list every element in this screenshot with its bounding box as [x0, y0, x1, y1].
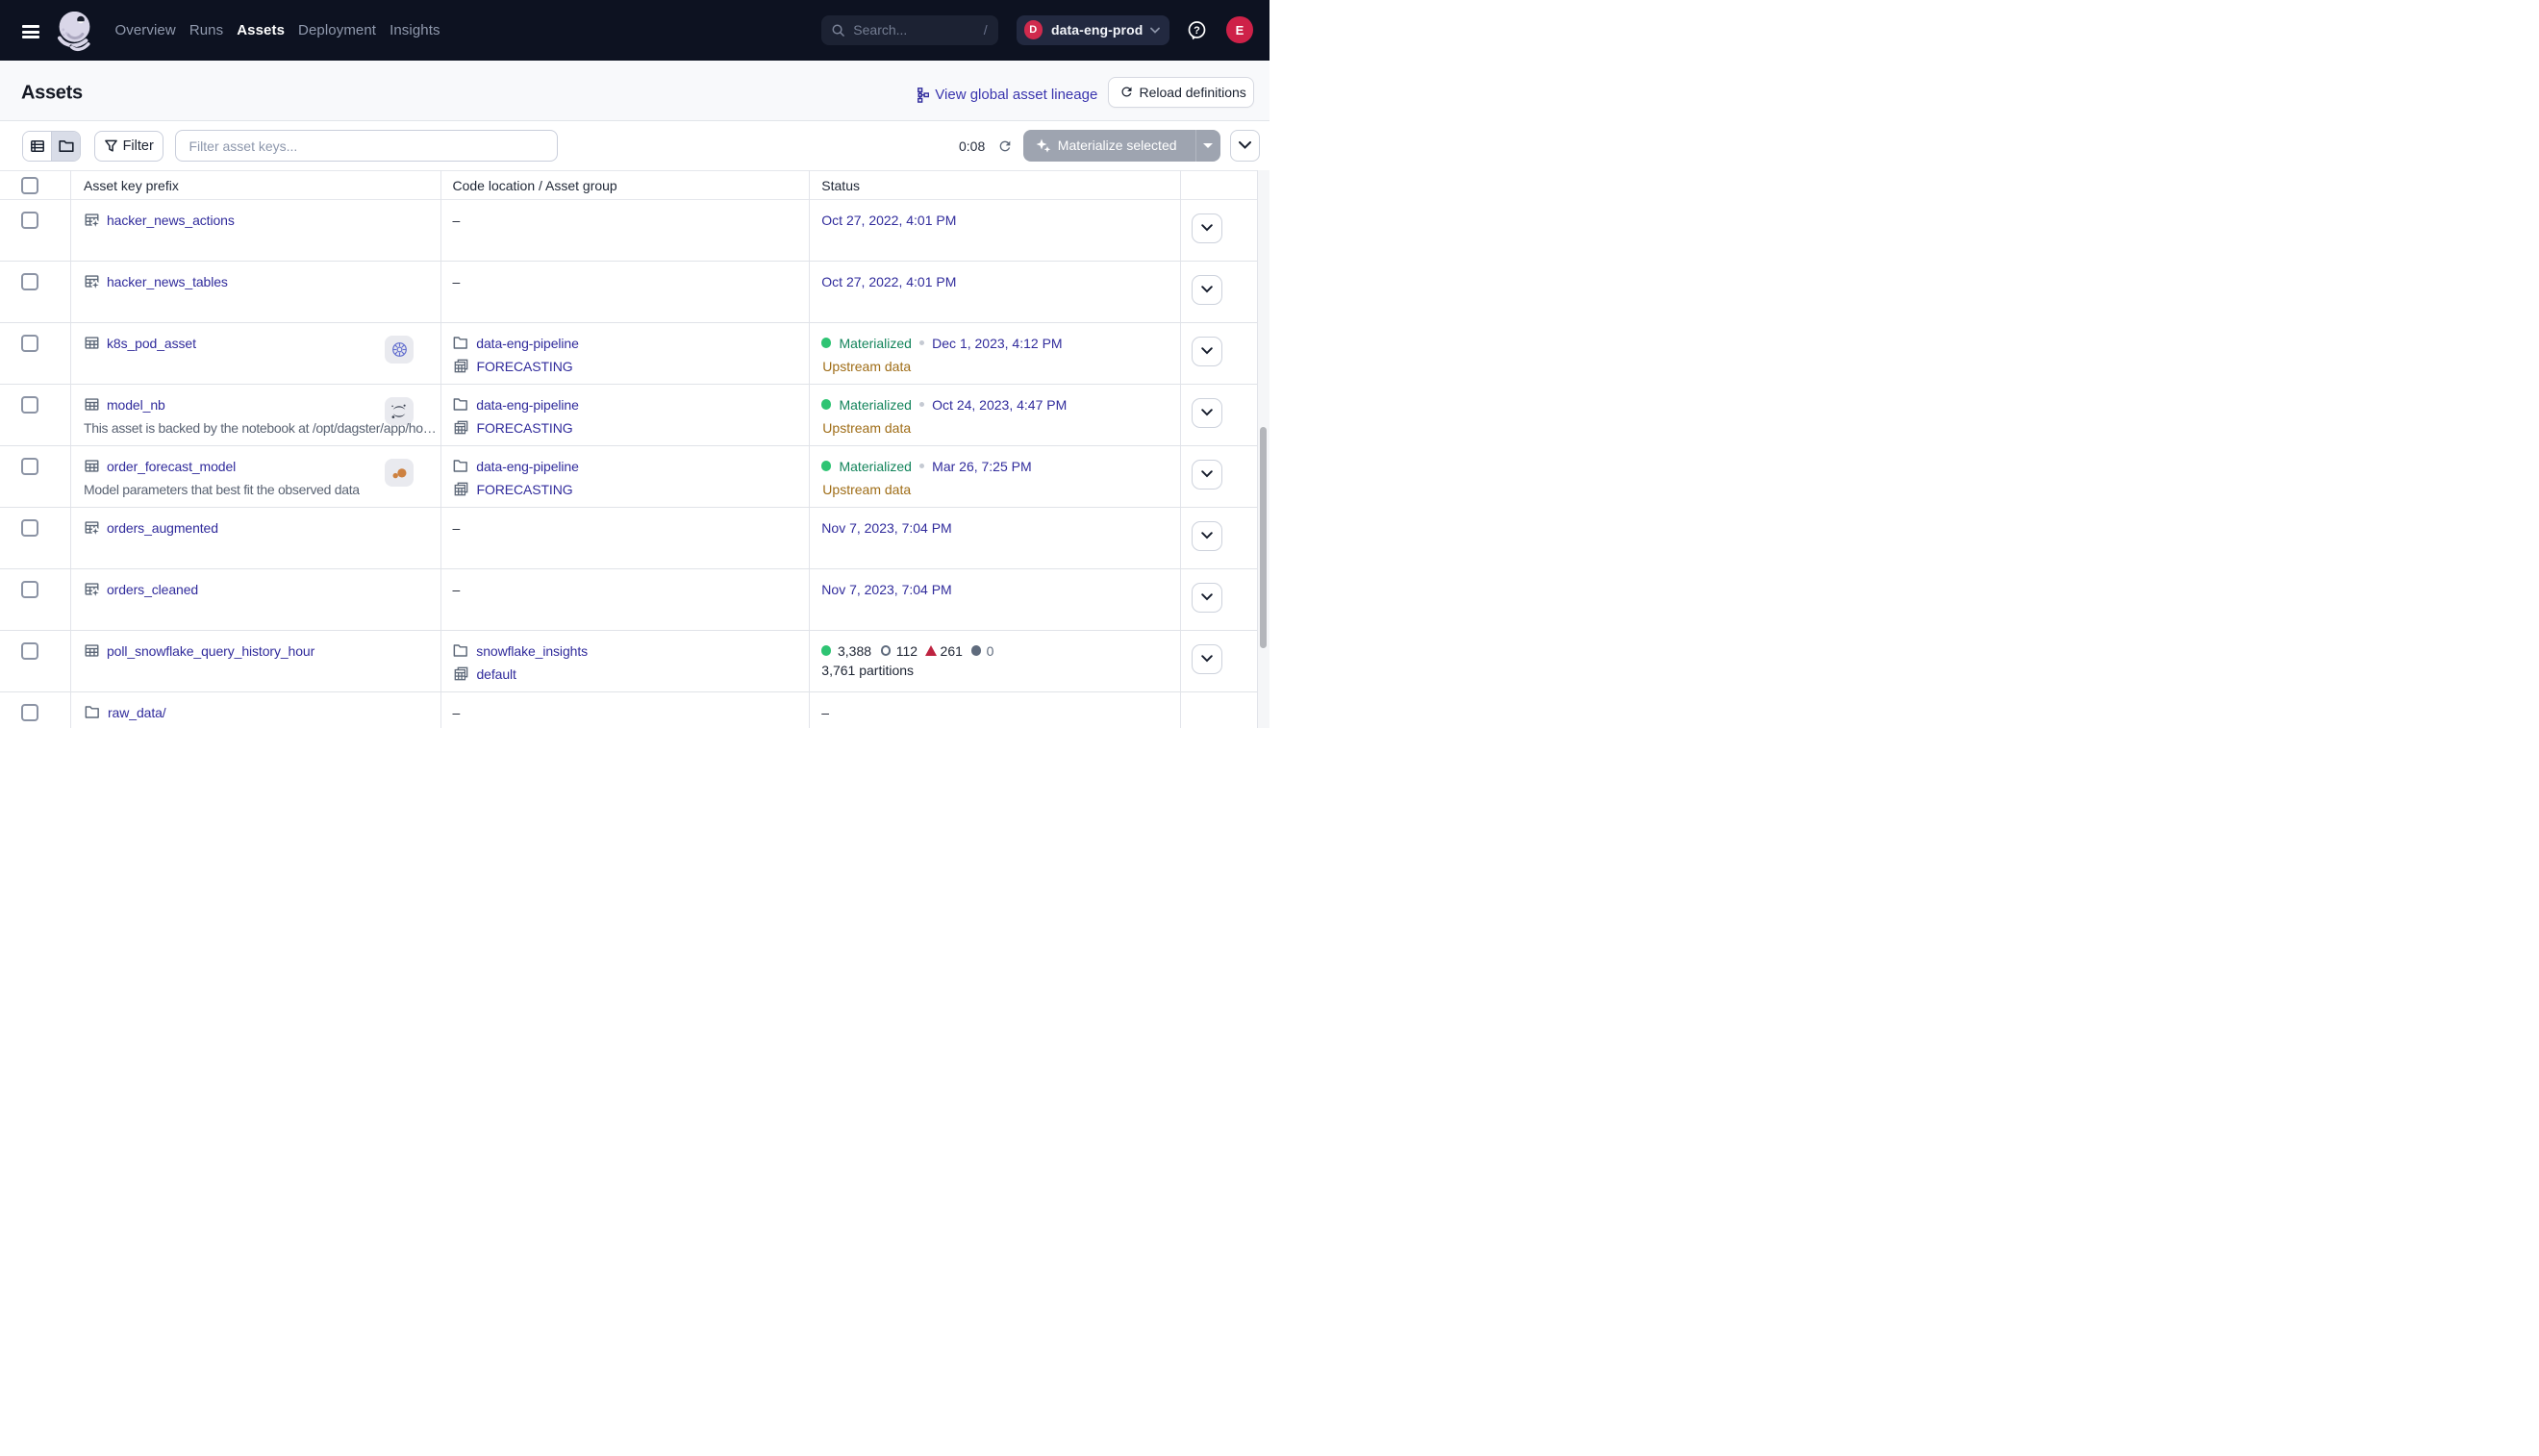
svg-text:?: ? [1194, 25, 1200, 37]
